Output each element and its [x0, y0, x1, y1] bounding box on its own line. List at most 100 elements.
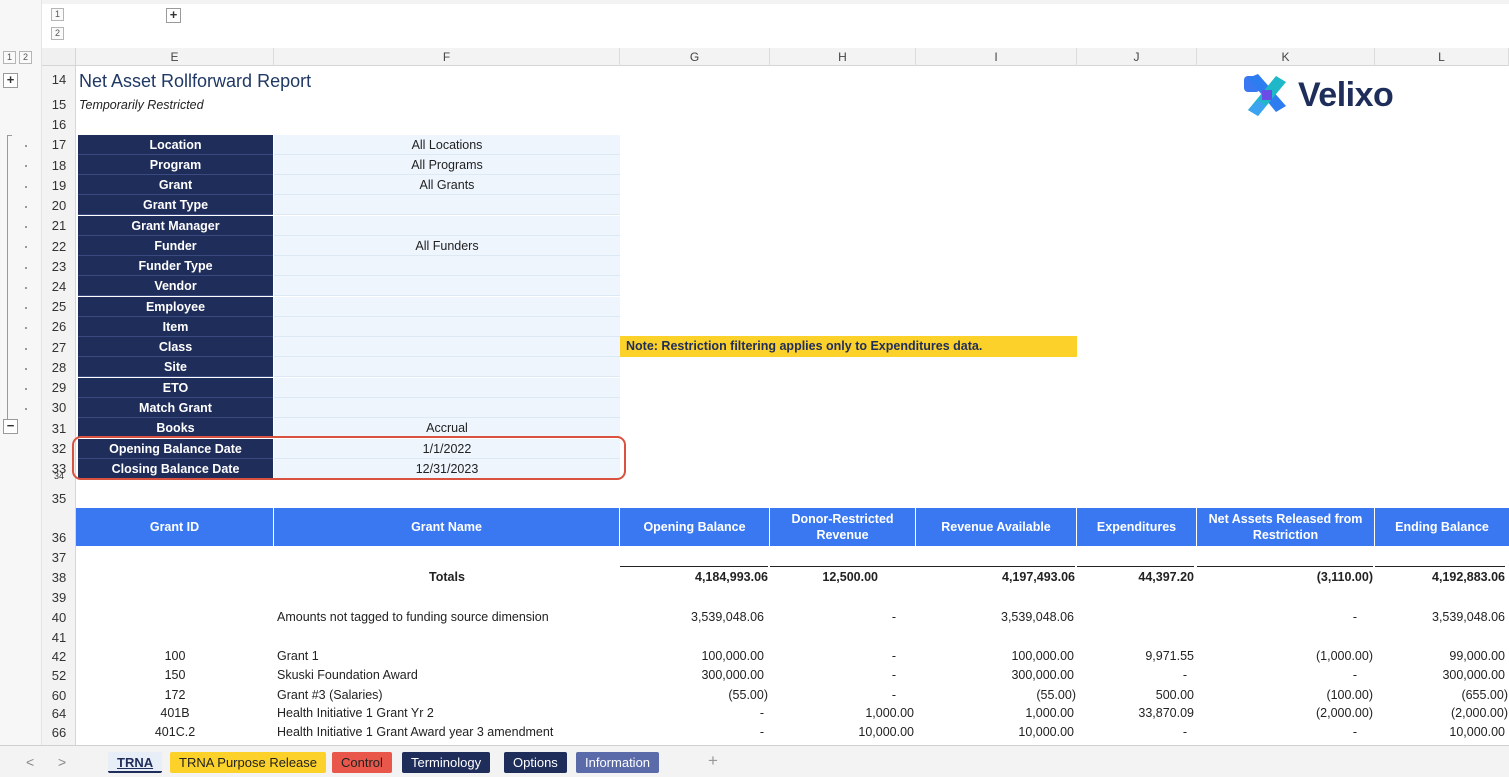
row-number[interactable]: 22 [42, 239, 76, 254]
grant-revenue-available[interactable]: 1,000.00 [916, 706, 1074, 720]
grant-net-assets-released[interactable]: (100.00) [1197, 688, 1373, 702]
row-number[interactable]: 40 [42, 610, 76, 625]
add-sheet-button[interactable]: + [708, 751, 718, 771]
table-header-grant-id[interactable]: Grant ID [76, 508, 274, 546]
untagged-revenue-available[interactable]: 3,539,048.06 [916, 610, 1074, 624]
untagged-donor-restricted[interactable]: - [770, 610, 896, 624]
row-number[interactable]: 52 [42, 668, 76, 683]
grant-id[interactable]: 150 [76, 668, 274, 682]
filter-value-eto[interactable] [274, 378, 620, 398]
grant-revenue-available[interactable]: 300,000.00 [916, 668, 1074, 682]
grant-id[interactable]: 401C.2 [76, 725, 274, 739]
sheet-tab-control[interactable]: Control [332, 752, 392, 773]
column-header-i[interactable]: I [916, 48, 1077, 66]
filter-value-match-grant[interactable] [274, 398, 620, 418]
table-header-ending-balance[interactable]: Ending Balance [1375, 508, 1509, 546]
row-number[interactable]: 37 [42, 550, 76, 565]
grant-ending-balance[interactable]: (2,000.00) [1375, 706, 1508, 720]
row-number[interactable]: 30 [42, 400, 76, 415]
row-number[interactable]: 36 [42, 530, 76, 545]
totals-expenditures[interactable]: 44,397.20 [1077, 566, 1194, 584]
grant-expenditures[interactable]: - [1077, 725, 1187, 739]
row-number[interactable]: 29 [42, 380, 76, 395]
grant-name[interactable]: Health Initiative 1 Grant Yr 2 [277, 706, 434, 720]
sheet-tab-terminology[interactable]: Terminology [402, 752, 491, 773]
totals-net-assets-released[interactable]: (3,110.00) [1197, 566, 1373, 584]
column-header-l[interactable]: L [1375, 48, 1509, 66]
grant-ending-balance[interactable]: 99,000.00 [1375, 649, 1505, 663]
grant-revenue-available[interactable]: 10,000.00 [916, 725, 1074, 739]
grant-name[interactable]: Health Initiative 1 Grant Award year 3 a… [277, 725, 553, 739]
filter-value-funder[interactable]: All Funders [274, 236, 620, 256]
prev-sheet-button[interactable]: < [26, 754, 34, 770]
grant-donor-restricted[interactable]: 1,000.00 [770, 706, 914, 720]
row-number[interactable]: 26 [42, 319, 76, 334]
row-number[interactable]: 14 [42, 72, 76, 87]
row-group-expand-button[interactable]: + [3, 73, 18, 88]
select-all-corner[interactable] [42, 48, 76, 66]
grant-id[interactable]: 100 [76, 649, 274, 663]
grant-ending-balance[interactable]: 300,000.00 [1375, 668, 1505, 682]
column-header-h[interactable]: H [770, 48, 916, 66]
grant-net-assets-released[interactable]: - [1197, 725, 1357, 739]
filter-value-class[interactable] [274, 337, 620, 357]
grant-revenue-available[interactable]: 100,000.00 [916, 649, 1074, 663]
row-number[interactable]: 20 [42, 198, 76, 213]
grant-expenditures[interactable]: 500.00 [1077, 688, 1194, 702]
column-header-g[interactable]: G [620, 48, 770, 66]
row-outline-level-1[interactable]: 1 [3, 51, 16, 64]
totals-ending-balance[interactable]: 4,192,883.06 [1375, 566, 1505, 584]
row-number[interactable]: 35 [42, 491, 76, 506]
row-number[interactable]: 27 [42, 340, 76, 355]
grant-name[interactable]: Skuski Foundation Award [277, 668, 418, 682]
column-header-f[interactable]: F [274, 48, 620, 66]
row-number[interactable]: 39 [42, 590, 76, 605]
untagged-net-assets-released[interactable]: - [1197, 610, 1357, 624]
row-number[interactable]: 32 [42, 441, 76, 456]
untagged-label[interactable]: Amounts not tagged to funding source dim… [277, 610, 549, 624]
restriction-note[interactable]: Note: Restriction filtering applies only… [620, 336, 1077, 357]
row-number[interactable]: 60 [42, 688, 76, 703]
grant-net-assets-released[interactable]: (2,000.00) [1197, 706, 1373, 720]
grant-opening-balance[interactable]: 300,000.00 [620, 668, 764, 682]
untagged-ending-balance[interactable]: 3,539,048.06 [1375, 610, 1505, 624]
filter-value-program[interactable]: All Programs [274, 155, 620, 175]
grant-opening-balance[interactable]: - [620, 725, 764, 739]
table-header-expenditures[interactable]: Expenditures [1077, 508, 1197, 546]
row-outline-level-2[interactable]: 2 [19, 51, 32, 64]
row-number[interactable]: 18 [42, 158, 76, 173]
grant-donor-restricted[interactable]: - [770, 649, 896, 663]
row-number[interactable]: 24 [42, 279, 76, 294]
column-header-j[interactable]: J [1077, 48, 1197, 66]
next-sheet-button[interactable]: > [58, 754, 66, 770]
filter-value-item[interactable] [274, 317, 620, 337]
grant-donor-restricted[interactable]: - [770, 668, 896, 682]
row-number[interactable]: 23 [42, 259, 76, 274]
table-header-opening-balance[interactable]: Opening Balance [620, 508, 770, 546]
totals-revenue-available[interactable]: 4,197,493.06 [878, 566, 1075, 584]
row-number[interactable]: 41 [42, 630, 76, 645]
grant-name[interactable]: Grant 1 [277, 649, 319, 663]
sheet-tab-trna-purpose-release[interactable]: TRNA Purpose Release [170, 752, 327, 773]
row-number[interactable]: 66 [42, 725, 76, 740]
row-number[interactable]: 42 [42, 649, 76, 664]
row-number[interactable]: 17 [42, 137, 76, 152]
totals-donor-restricted[interactable]: 12,500.00 [770, 566, 878, 584]
column-outline-level-1[interactable]: 1 [51, 8, 64, 21]
row-number[interactable]: 38 [42, 570, 76, 585]
row-number[interactable]: 25 [42, 299, 76, 314]
totals-label[interactable]: Totals [274, 570, 620, 584]
grant-id[interactable]: 172 [76, 688, 274, 702]
table-header-revenue-available[interactable]: Revenue Available [916, 508, 1077, 546]
filter-value-grant-type[interactable] [274, 195, 620, 215]
row-number[interactable]: 64 [42, 706, 76, 721]
filter-value-books[interactable]: Accrual [274, 418, 620, 438]
sheet-tab-information[interactable]: Information [576, 752, 660, 773]
grant-opening-balance[interactable]: 100,000.00 [620, 649, 764, 663]
grant-expenditures[interactable]: - [1077, 668, 1187, 682]
filter-value-funder-type[interactable] [274, 256, 620, 276]
row-number[interactable]: 34 [42, 472, 76, 480]
row-group-collapse-button[interactable]: − [3, 419, 18, 434]
totals-opening-balance[interactable]: 4,184,993.06 [620, 566, 768, 584]
row-number[interactable]: 15 [42, 97, 76, 112]
